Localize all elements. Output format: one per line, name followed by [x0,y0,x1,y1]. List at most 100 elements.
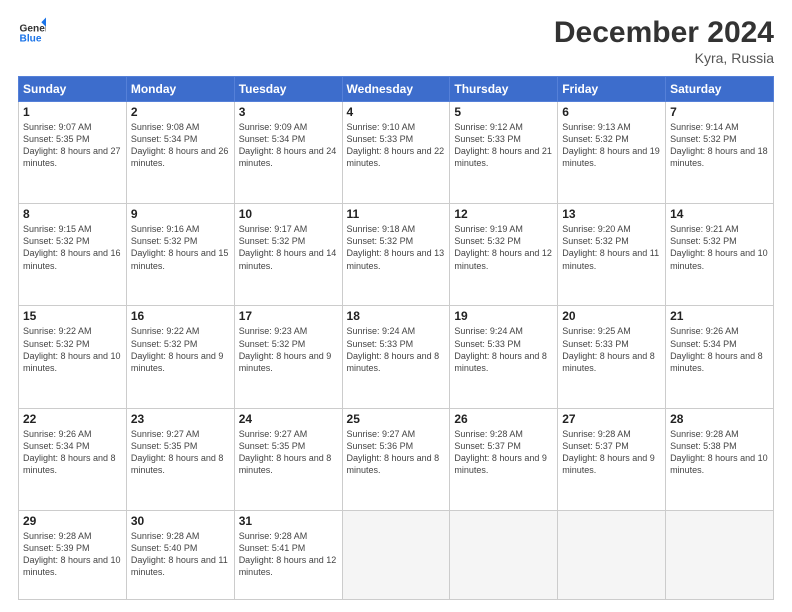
day-number: 12 [454,207,553,221]
calendar-cell: 3 Sunrise: 9:09 AMSunset: 5:34 PMDaylight… [234,102,342,204]
col-header-tuesday: Tuesday [234,77,342,102]
day-info: Sunrise: 9:14 AMSunset: 5:32 PMDaylight:… [670,121,769,170]
calendar-cell: 28 Sunrise: 9:28 AMSunset: 5:38 PMDayligh… [666,408,774,510]
calendar-cell: 19 Sunrise: 9:24 AMSunset: 5:33 PMDayligh… [450,306,558,408]
col-header-wednesday: Wednesday [342,77,450,102]
day-info: Sunrise: 9:08 AMSunset: 5:34 PMDaylight:… [131,121,230,170]
calendar-cell [450,510,558,599]
day-number: 26 [454,412,553,426]
calendar-cell: 23Sunrise: 9:27 AMSunset: 5:35 PMDayligh… [126,408,234,510]
day-number: 10 [239,207,338,221]
calendar-cell: 30 Sunrise: 9:28 AMSunset: 5:40 PMDayligh… [126,510,234,599]
day-number: 21 [670,309,769,323]
day-info: Sunrise: 9:27 AMSunset: 5:35 PMDaylight:… [239,428,338,477]
day-number: 13 [562,207,661,221]
day-info: Sunrise: 9:24 AMSunset: 5:33 PMDaylight:… [347,325,446,374]
calendar-cell: 7Sunrise: 9:14 AMSunset: 5:32 PMDaylight… [666,102,774,204]
day-info: Sunrise: 9:20 AMSunset: 5:32 PMDaylight:… [562,223,661,272]
day-number: 25 [347,412,446,426]
calendar-cell: 20 Sunrise: 9:25 AMSunset: 5:33 PMDayligh… [558,306,666,408]
calendar-cell: 11Sunrise: 9:18 AMSunset: 5:32 PMDayligh… [342,204,450,306]
col-header-thursday: Thursday [450,77,558,102]
day-info: Sunrise: 9:26 AMSunset: 5:34 PMDaylight:… [670,325,769,374]
day-number: 29 [23,514,122,528]
location: Kyra, Russia [554,50,774,66]
calendar-cell: 8 Sunrise: 9:15 AMSunset: 5:32 PMDaylight… [19,204,127,306]
calendar-cell: 21 Sunrise: 9:26 AMSunset: 5:34 PMDayligh… [666,306,774,408]
day-info: Sunrise: 9:22 AMSunset: 5:32 PMDaylight:… [131,325,230,374]
day-info: Sunrise: 9:18 AMSunset: 5:32 PMDaylight:… [347,223,446,272]
day-info: Sunrise: 9:27 AMSunset: 5:36 PMDaylight:… [347,428,446,477]
day-number: 1 [23,105,122,119]
logo-icon: General Blue [18,16,46,44]
day-info: Sunrise: 9:12 AMSunset: 5:33 PMDaylight:… [454,121,553,170]
calendar-cell: 6 Sunrise: 9:13 AMSunset: 5:32 PMDaylight… [558,102,666,204]
day-number: 9 [131,207,230,221]
day-number: 31 [239,514,338,528]
calendar-cell: 14 Sunrise: 9:21 AMSunset: 5:32 PMDayligh… [666,204,774,306]
calendar-cell: 9 Sunrise: 9:16 AMSunset: 5:32 PMDaylight… [126,204,234,306]
day-number: 17 [239,309,338,323]
month-title: December 2024 [554,16,774,50]
calendar-cell: 26 Sunrise: 9:28 AMSunset: 5:37 PMDayligh… [450,408,558,510]
title-block: December 2024 Kyra, Russia [554,16,774,66]
calendar-cell: 13 Sunrise: 9:20 AMSunset: 5:32 PMDayligh… [558,204,666,306]
day-info: Sunrise: 9:28 AMSunset: 5:38 PMDaylight:… [670,428,769,477]
col-header-friday: Friday [558,77,666,102]
day-number: 8 [23,207,122,221]
logo: General Blue [18,16,46,44]
day-info: Sunrise: 9:23 AMSunset: 5:32 PMDaylight:… [239,325,338,374]
calendar-table: SundayMondayTuesdayWednesdayThursdayFrid… [18,76,774,600]
day-number: 20 [562,309,661,323]
day-number: 3 [239,105,338,119]
day-number: 14 [670,207,769,221]
day-info: Sunrise: 9:25 AMSunset: 5:33 PMDaylight:… [562,325,661,374]
day-number: 15 [23,309,122,323]
calendar-cell: 4 Sunrise: 9:10 AMSunset: 5:33 PMDaylight… [342,102,450,204]
day-number: 2 [131,105,230,119]
day-info: Sunrise: 9:10 AMSunset: 5:33 PMDaylight:… [347,121,446,170]
calendar-cell: 12 Sunrise: 9:19 AMSunset: 5:32 PMDayligh… [450,204,558,306]
day-info: Sunrise: 9:26 AMSunset: 5:34 PMDaylight:… [23,428,122,477]
day-info: Sunrise: 9:17 AMSunset: 5:32 PMDaylight:… [239,223,338,272]
calendar-cell [558,510,666,599]
day-number: 6 [562,105,661,119]
calendar-cell: 27Sunrise: 9:28 AMSunset: 5:37 PMDayligh… [558,408,666,510]
calendar-cell: 1 Sunrise: 9:07 AMSunset: 5:35 PMDaylight… [19,102,127,204]
day-number: 19 [454,309,553,323]
calendar-cell: 10 Sunrise: 9:17 AMSunset: 5:32 PMDayligh… [234,204,342,306]
day-info: Sunrise: 9:09 AMSunset: 5:34 PMDaylight:… [239,121,338,170]
day-info: Sunrise: 9:15 AMSunset: 5:32 PMDaylight:… [23,223,122,272]
day-info: Sunrise: 9:21 AMSunset: 5:32 PMDaylight:… [670,223,769,272]
calendar-cell: 18 Sunrise: 9:24 AMSunset: 5:33 PMDayligh… [342,306,450,408]
calendar-cell [666,510,774,599]
col-header-sunday: Sunday [19,77,127,102]
calendar-cell: 15 Sunrise: 9:22 AMSunset: 5:32 PMDayligh… [19,306,127,408]
day-number: 27 [562,412,661,426]
day-number: 30 [131,514,230,528]
day-info: Sunrise: 9:24 AMSunset: 5:33 PMDaylight:… [454,325,553,374]
day-info: Sunrise: 9:19 AMSunset: 5:32 PMDaylight:… [454,223,553,272]
day-info: Sunrise: 9:28 AMSunset: 5:37 PMDaylight:… [454,428,553,477]
day-number: 5 [454,105,553,119]
day-info: Sunrise: 9:28 AMSunset: 5:39 PMDaylight:… [23,530,122,579]
calendar-cell: 5 Sunrise: 9:12 AMSunset: 5:33 PMDaylight… [450,102,558,204]
calendar-cell: 24Sunrise: 9:27 AMSunset: 5:35 PMDayligh… [234,408,342,510]
calendar-cell [342,510,450,599]
header: General Blue December 2024 Kyra, Russia [18,16,774,66]
day-number: 4 [347,105,446,119]
day-info: Sunrise: 9:16 AMSunset: 5:32 PMDaylight:… [131,223,230,272]
col-header-saturday: Saturday [666,77,774,102]
day-info: Sunrise: 9:28 AMSunset: 5:41 PMDaylight:… [239,530,338,579]
svg-text:Blue: Blue [20,34,42,44]
day-number: 16 [131,309,230,323]
day-info: Sunrise: 9:13 AMSunset: 5:32 PMDaylight:… [562,121,661,170]
day-info: Sunrise: 9:07 AMSunset: 5:35 PMDaylight:… [23,121,122,170]
day-number: 22 [23,412,122,426]
calendar-cell: 2 Sunrise: 9:08 AMSunset: 5:34 PMDaylight… [126,102,234,204]
day-number: 18 [347,309,446,323]
day-info: Sunrise: 9:22 AMSunset: 5:32 PMDaylight:… [23,325,122,374]
day-info: Sunrise: 9:28 AMSunset: 5:40 PMDaylight:… [131,530,230,579]
page: General Blue December 2024 Kyra, Russia … [0,0,792,612]
day-number: 28 [670,412,769,426]
